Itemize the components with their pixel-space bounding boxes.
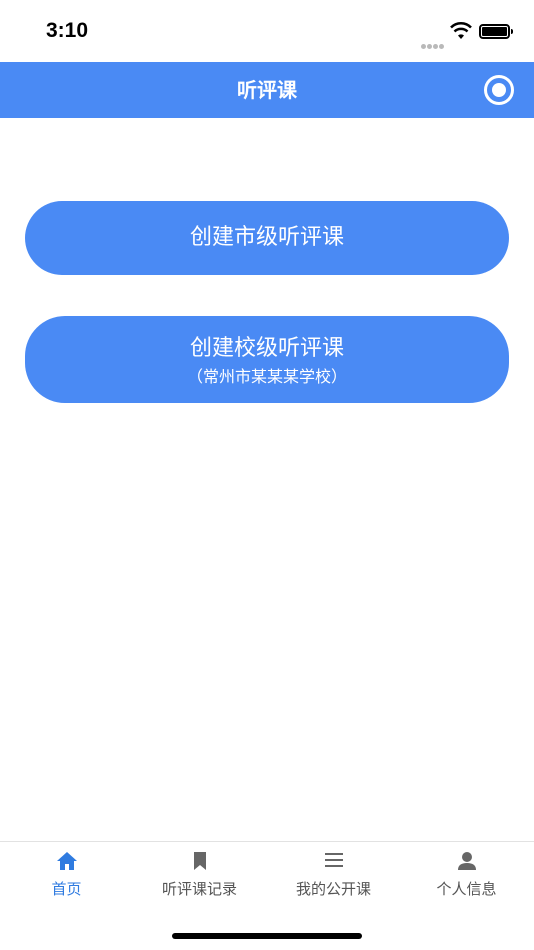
- nav-bar: 听评课: [0, 62, 534, 118]
- tab-profile[interactable]: 个人信息: [400, 842, 533, 902]
- home-indicator: [172, 933, 362, 939]
- tab-profile-label: 个人信息: [436, 880, 497, 898]
- tab-home[interactable]: 首页: [0, 842, 133, 902]
- page-title: 听评课: [237, 78, 297, 102]
- create-city-lesson-label: 创建市级听评课: [189, 225, 344, 250]
- tab-lesson-records[interactable]: 听评课记录: [133, 842, 266, 902]
- school-name-label: （常州市某某某学校）: [186, 367, 347, 386]
- battery-icon: [479, 24, 513, 39]
- bookmark-icon: [193, 852, 206, 870]
- home-icon: [56, 852, 77, 870]
- list-icon: [324, 853, 343, 867]
- tab-my-open-lessons[interactable]: 我的公开课: [267, 842, 400, 902]
- record-icon[interactable]: [484, 75, 514, 105]
- status-time: 3:10: [46, 19, 89, 42]
- create-school-lesson-button[interactable]: 创建校级听评课 （常州市某某某学校）: [25, 316, 509, 403]
- status-bar: 3:10: [0, 0, 534, 62]
- signal-icon: [421, 34, 447, 49]
- create-city-lesson-button[interactable]: 创建市级听评课: [25, 201, 509, 275]
- person-icon: [457, 852, 476, 870]
- tab-lesson-records-label: 听评课记录: [161, 880, 237, 898]
- tab-my-open-lessons-label: 我的公开课: [295, 880, 371, 898]
- tab-home-label: 首页: [51, 880, 82, 898]
- create-school-lesson-label: 创建校级听评课: [189, 336, 344, 361]
- wifi-icon: [450, 22, 472, 39]
